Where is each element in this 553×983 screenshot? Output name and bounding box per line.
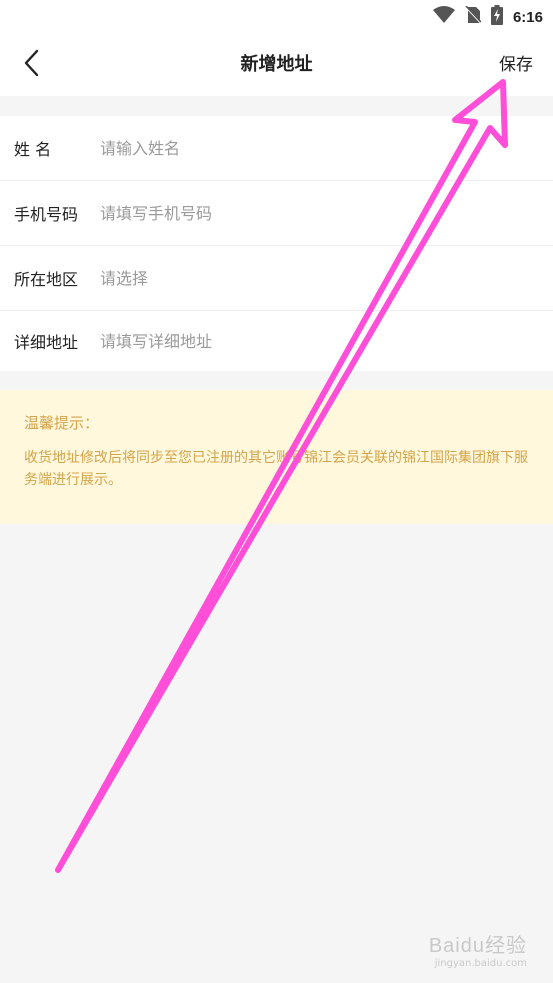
page-title: 新增地址 (240, 54, 313, 75)
chevron-left-icon (23, 49, 39, 81)
region-select[interactable] (100, 258, 553, 298)
phone-label: 手机号码 (14, 205, 79, 224)
status-bar: 6:16 (0, 0, 553, 34)
watermark-logo: Baidu经验 (428, 935, 527, 957)
name-input[interactable] (100, 128, 553, 168)
save-button[interactable]: 保存 (499, 34, 533, 96)
watermark-url: jingyan.baidu.com (434, 958, 527, 969)
navigation-bar: 新增地址 保存 (0, 34, 553, 96)
detail-address-input[interactable] (100, 321, 553, 361)
status-time: 6:16 (512, 8, 543, 26)
region-label: 所在地区 (14, 270, 79, 289)
detail-address-label: 详细地址 (14, 333, 79, 352)
back-button[interactable] (14, 48, 48, 82)
tip-box: 温馨提示： 收货地址修改后将同步至您已注册的其它账号锦江会员关联的锦江国际集团旗… (0, 390, 553, 524)
detail-address-row: 详细地址 (0, 311, 553, 371)
phone-input[interactable] (100, 193, 553, 233)
region-row[interactable]: 所在地区 (0, 246, 553, 311)
watermark: Baidu经验 jingyan.baidu.com (429, 929, 527, 969)
name-label: 姓 名 (14, 140, 52, 159)
wifi-icon (432, 6, 455, 28)
name-row: 姓 名 (0, 116, 553, 181)
address-form: 姓 名 手机号码 所在地区 详细地址 (0, 116, 553, 371)
tip-title: 温馨提示： (24, 414, 100, 432)
phone-row: 手机号码 (0, 181, 553, 246)
tip-text: 收货地址修改后将同步至您已注册的其它账号锦江会员关联的锦江国际集团旗下服务端进行… (24, 450, 528, 488)
status-icons: 6:16 (432, 5, 543, 29)
battery-charging-icon (490, 5, 503, 29)
no-sim-icon (465, 5, 482, 28)
